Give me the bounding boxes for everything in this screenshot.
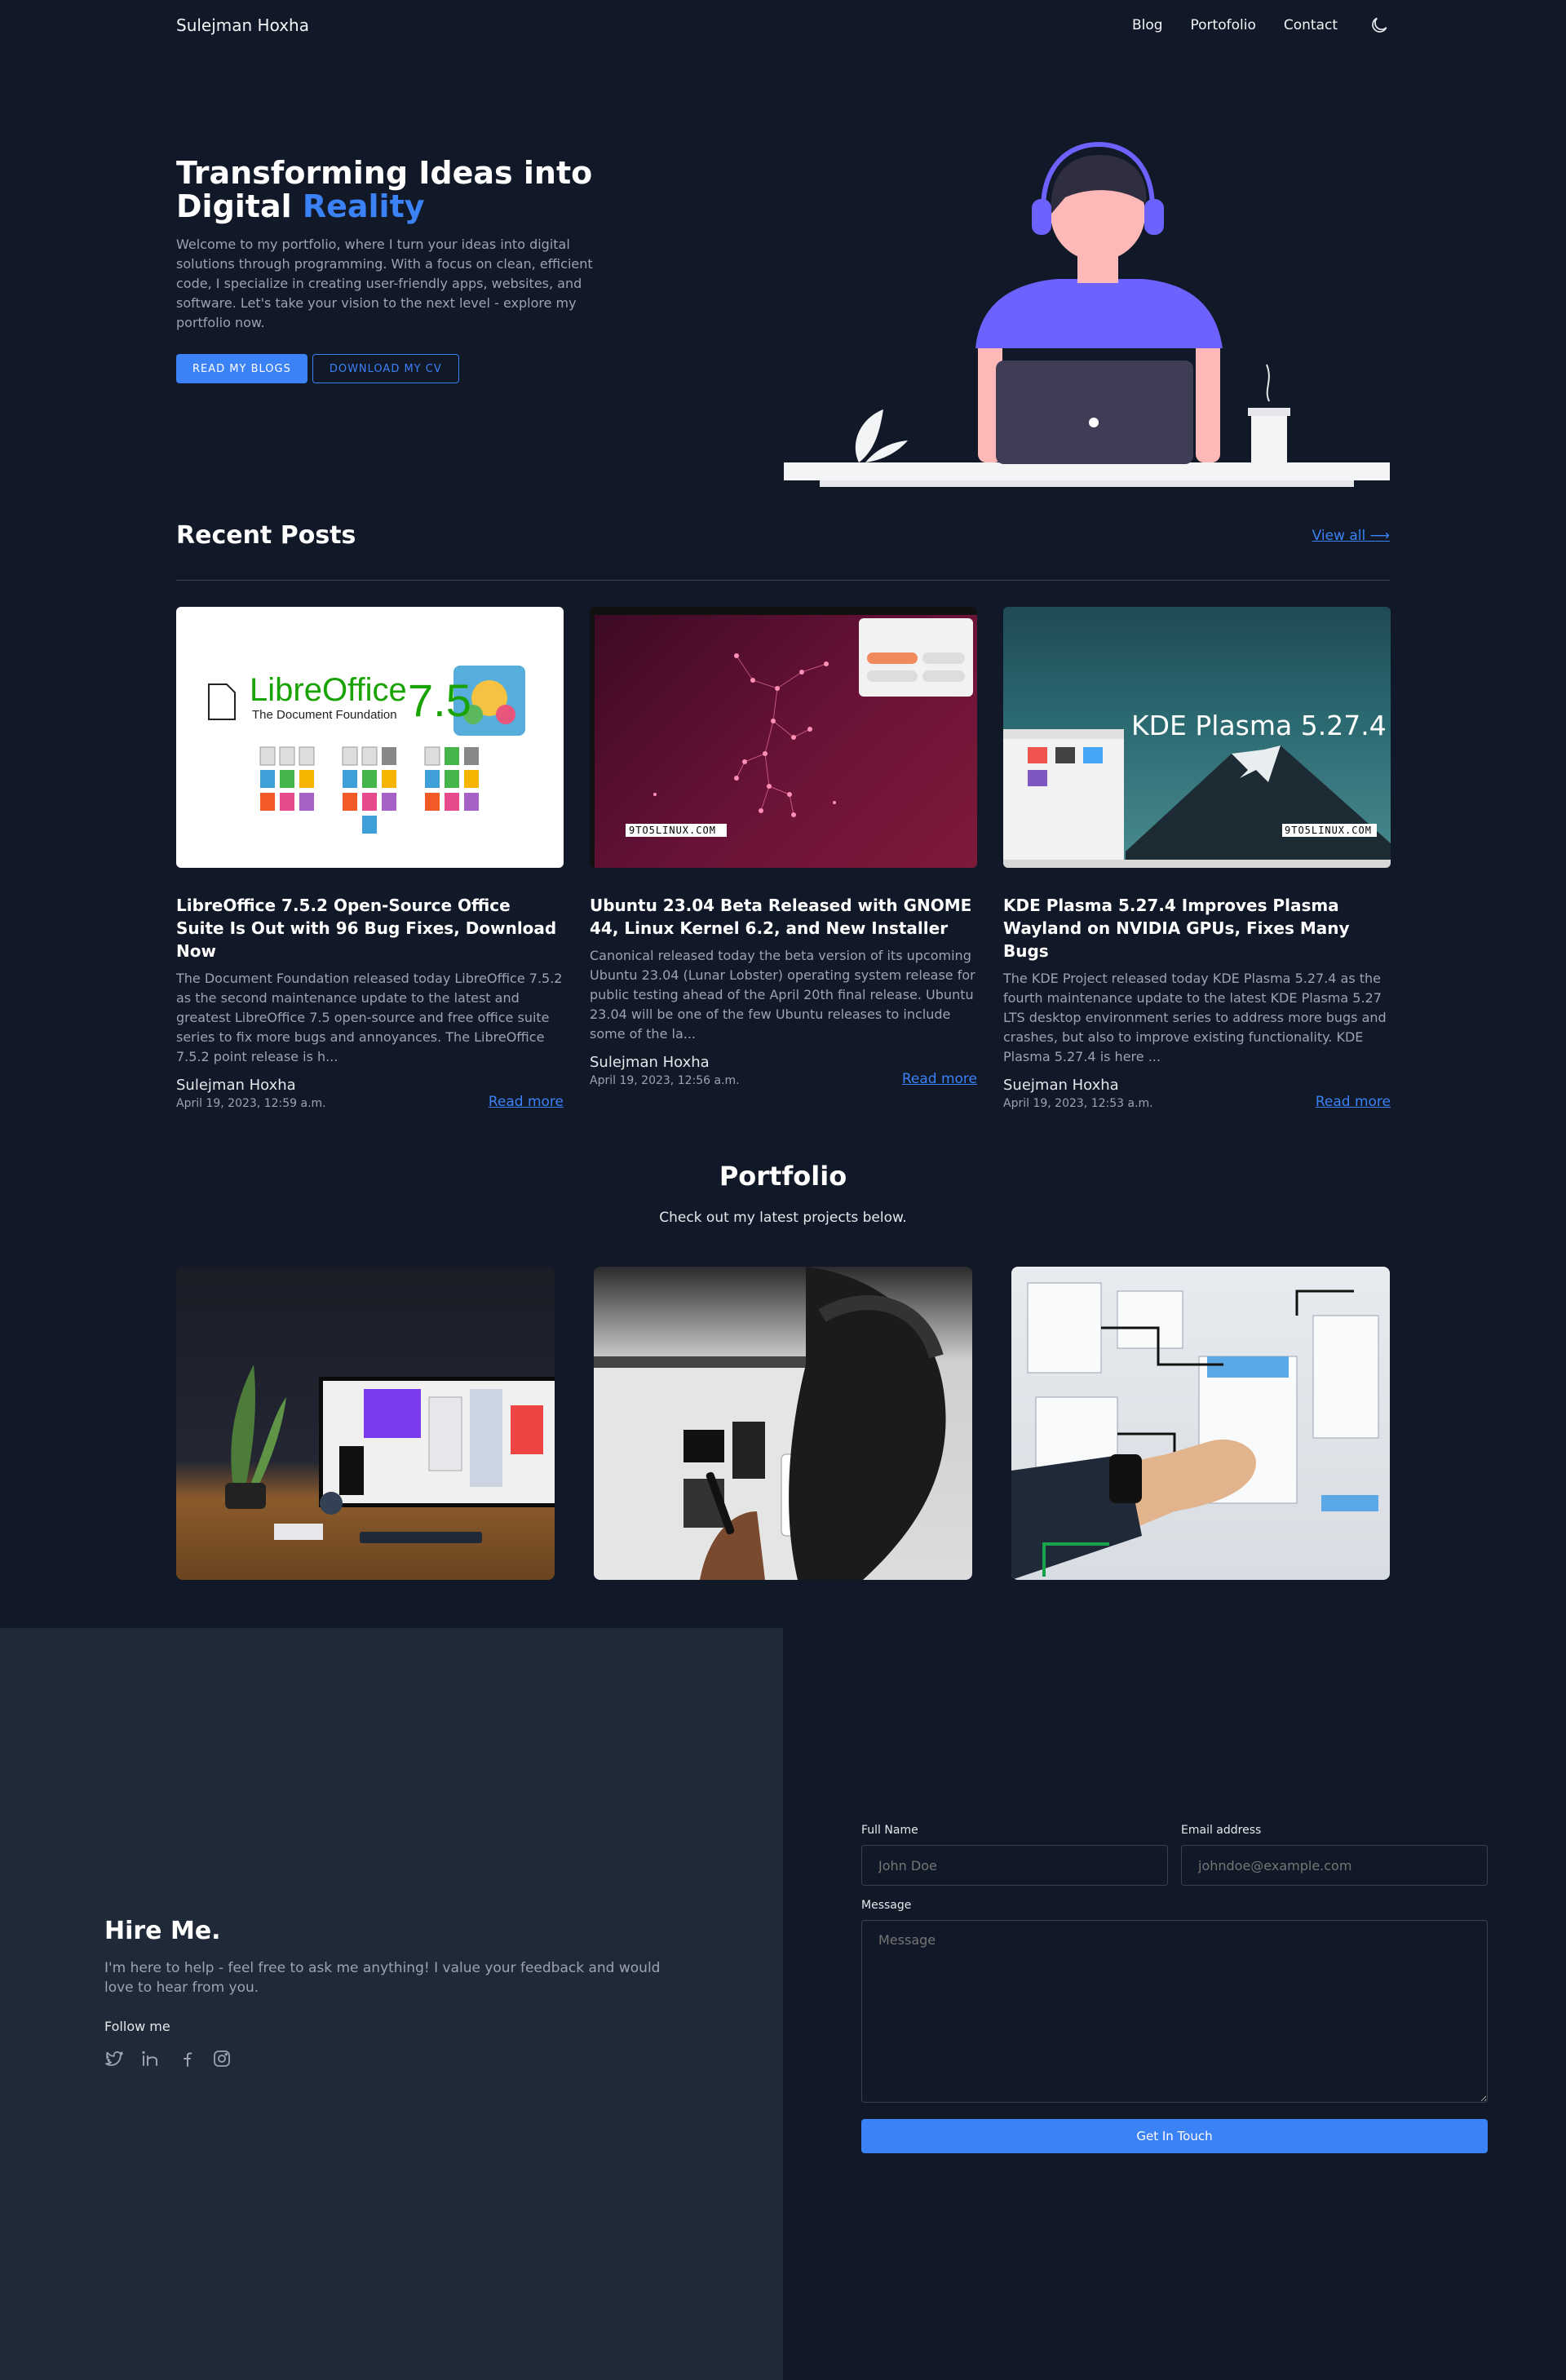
brand-name[interactable]: Sulejman Hoxha [176, 15, 309, 35]
message-label: Message [861, 1899, 912, 1912]
form-panel: Full Name Email address Message Get In T… [783, 1628, 1566, 2380]
nav-link-portfolio[interactable]: Portofolio [1191, 17, 1256, 33]
read-more-link[interactable]: Read more [489, 1094, 564, 1110]
message-field-group: Message [861, 1899, 1488, 2106]
hero-description: Welcome to my portfolio, where I turn yo… [176, 237, 593, 331]
kde-watermark: 9TO5LINUX.COM [1285, 825, 1372, 836]
post-author: Suejman Hoxha [1003, 1077, 1119, 1094]
post-image-libreoffice[interactable]: LibreOffice The Document Foundation 7.5 [176, 607, 564, 868]
email-label: Email address [1181, 1824, 1262, 1837]
post-title[interactable]: Ubuntu 23.04 Beta Released with GNOME 44… [590, 894, 977, 940]
name-label: Full Name [861, 1824, 918, 1837]
post-date: April 19, 2023, 12:56 a.m. [590, 1074, 740, 1087]
post-author: Sulejman Hoxha [590, 1054, 710, 1071]
post-author: Sulejman Hoxha [176, 1077, 296, 1094]
post-date: April 19, 2023, 12:59 a.m. [176, 1097, 326, 1110]
portfolio-item-designer[interactable] [594, 1267, 972, 1580]
read-more-link[interactable]: Read more [1316, 1094, 1391, 1110]
post-footer: Sulejman Hoxha April 19, 2023, 12:56 a.m… [590, 1054, 977, 1087]
post-date: April 19, 2023, 12:53 a.m. [1003, 1097, 1153, 1110]
hero-illustration [784, 100, 1390, 491]
portfolio-title: Portfolio [719, 1161, 847, 1192]
libreoffice-version: 7.5 [408, 675, 471, 726]
read-more-link[interactable]: Read more [902, 1071, 977, 1087]
nav-link-contact[interactable]: Contact [1284, 17, 1338, 33]
read-blogs-button[interactable]: READ MY BLOGS [176, 354, 307, 384]
kde-image-title: KDE Plasma 5.27.4 [1131, 710, 1387, 741]
post-card: 9TO5LINUX.COM Ubuntu 23.04 Beta Released… [590, 607, 977, 1110]
hero-title-accent: Reality [302, 188, 425, 225]
post-title[interactable]: LibreOffice 7.5.2 Open-Source Office Sui… [176, 894, 564, 962]
twitter-icon[interactable] [104, 2049, 124, 2068]
instagram-icon[interactable] [212, 2049, 232, 2068]
moon-icon[interactable] [1369, 15, 1390, 36]
download-cv-button[interactable]: DOWNLOAD MY CV [312, 354, 459, 384]
contact-form: Full Name Email address Message Get In T… [861, 1824, 1488, 2153]
hire-description: I'm here to help - feel free to ask me a… [104, 1960, 661, 1996]
libreoffice-logo-text: LibreOffice [250, 672, 407, 708]
name-input[interactable] [861, 1845, 1168, 1886]
libreoffice-logo-sub: The Document Foundation [252, 708, 397, 722]
form-row: Full Name Email address [861, 1824, 1488, 1886]
linkedin-icon[interactable] [140, 2049, 160, 2068]
ubuntu-watermark: 9TO5LINUX.COM [629, 825, 716, 836]
hire-panel: Hire Me. I'm here to help - feel free to… [0, 1628, 783, 2380]
top-nav: Sulejman Hoxha Blog Portofolio Contact [176, 0, 1390, 51]
email-field-group: Email address [1181, 1824, 1488, 1886]
nav-link-blog[interactable]: Blog [1132, 17, 1163, 33]
facebook-icon[interactable] [176, 2049, 196, 2068]
portfolio-grid [176, 1267, 1390, 1580]
contact-section: Hire Me. I'm here to help - feel free to… [0, 1628, 1566, 2380]
post-title[interactable]: KDE Plasma 5.27.4 Improves Plasma Waylan… [1003, 894, 1391, 962]
message-input[interactable] [861, 1920, 1488, 2103]
email-input[interactable] [1181, 1845, 1488, 1886]
recent-posts-header: Recent Posts View all ⟶ [176, 491, 1390, 581]
hero-section: Transforming Ideas into Digital Reality … [176, 51, 1390, 491]
post-card: KDE Plasma 5.27.4 9TO5LINUX.COM KDE Plas… [1003, 607, 1391, 1110]
post-card: LibreOffice The Document Foundation 7.5 … [176, 607, 564, 1110]
follow-label: Follow me [104, 2019, 170, 2034]
name-field-group: Full Name [861, 1824, 1168, 1886]
view-all-link[interactable]: View all ⟶ [1312, 528, 1390, 544]
post-excerpt: The KDE Project released today KDE Plasm… [1003, 971, 1387, 1064]
recent-posts-title: Recent Posts [176, 521, 356, 550]
portfolio-item-desk-setup[interactable] [176, 1267, 555, 1580]
posts-grid: LibreOffice The Document Foundation 7.5 … [176, 607, 1391, 1110]
post-excerpt: Canonical released today the beta versio… [590, 948, 975, 1042]
portfolio-item-whiteboard[interactable] [1011, 1267, 1390, 1580]
nav-links: Blog Portofolio Contact [1104, 15, 1390, 36]
get-in-touch-button[interactable]: Get In Touch [861, 2119, 1488, 2153]
post-image-ubuntu[interactable]: 9TO5LINUX.COM [590, 607, 977, 868]
post-footer: Sulejman Hoxha April 19, 2023, 12:59 a.m… [176, 1077, 564, 1110]
hero-title: Transforming Ideas into Digital Reality [176, 155, 593, 225]
hero-buttons: READ MY BLOGS DOWNLOAD MY CV [176, 354, 600, 384]
social-links [104, 2049, 692, 2068]
hero-text: Transforming Ideas into Digital Reality … [176, 155, 600, 384]
hire-title: Hire Me. [104, 1917, 221, 1945]
hire-content: Hire Me. I'm here to help - feel free to… [104, 1917, 692, 2068]
portfolio-section: Portfolio Check out my latest projects b… [176, 1161, 1390, 1580]
post-excerpt: The Document Foundation released today L… [176, 971, 563, 1064]
portfolio-subtitle: Check out my latest projects below. [659, 1210, 907, 1226]
post-image-kde[interactable]: KDE Plasma 5.27.4 9TO5LINUX.COM [1003, 607, 1391, 868]
post-footer: Suejman Hoxha April 19, 2023, 12:53 a.m.… [1003, 1077, 1391, 1110]
